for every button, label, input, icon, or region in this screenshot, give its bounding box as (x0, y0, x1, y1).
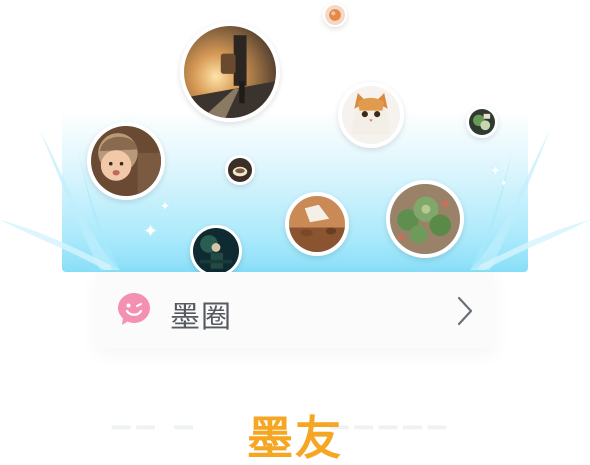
sparkle-icon: ✦ (500, 179, 508, 189)
moyou-title: 墨友 (247, 411, 343, 465)
succulents-photo[interactable] (386, 180, 464, 258)
concert-photo[interactable] (190, 225, 242, 277)
burst-wing-right (470, 120, 590, 270)
kitten-photo[interactable] (338, 82, 404, 148)
traveler-road-photo[interactable] (180, 22, 280, 122)
tea-set-photo[interactable] (285, 192, 349, 256)
baby-photo[interactable] (87, 122, 165, 200)
moquan-banner: ✦ ✦ ✦ ✦ 墨圈 ▔▔ ▔ ▔▔▔▔▔ 墨友 (0, 0, 590, 465)
sparkle-icon: ✦ (143, 221, 159, 242)
sparkle-icon: ✦ (490, 164, 501, 179)
coffee-cup-photo[interactable] (225, 155, 255, 185)
moquan-entry-card[interactable]: 墨圈 (96, 272, 494, 348)
sparkle-icon: ✦ (160, 199, 171, 213)
orange-ball-photo[interactable] (323, 3, 347, 27)
smiley-speech-bubble-icon (118, 293, 150, 325)
chevron-right-icon[interactable] (454, 294, 476, 328)
moquan-label: 墨圈 (170, 300, 232, 335)
plant-photo-small[interactable] (466, 106, 498, 138)
